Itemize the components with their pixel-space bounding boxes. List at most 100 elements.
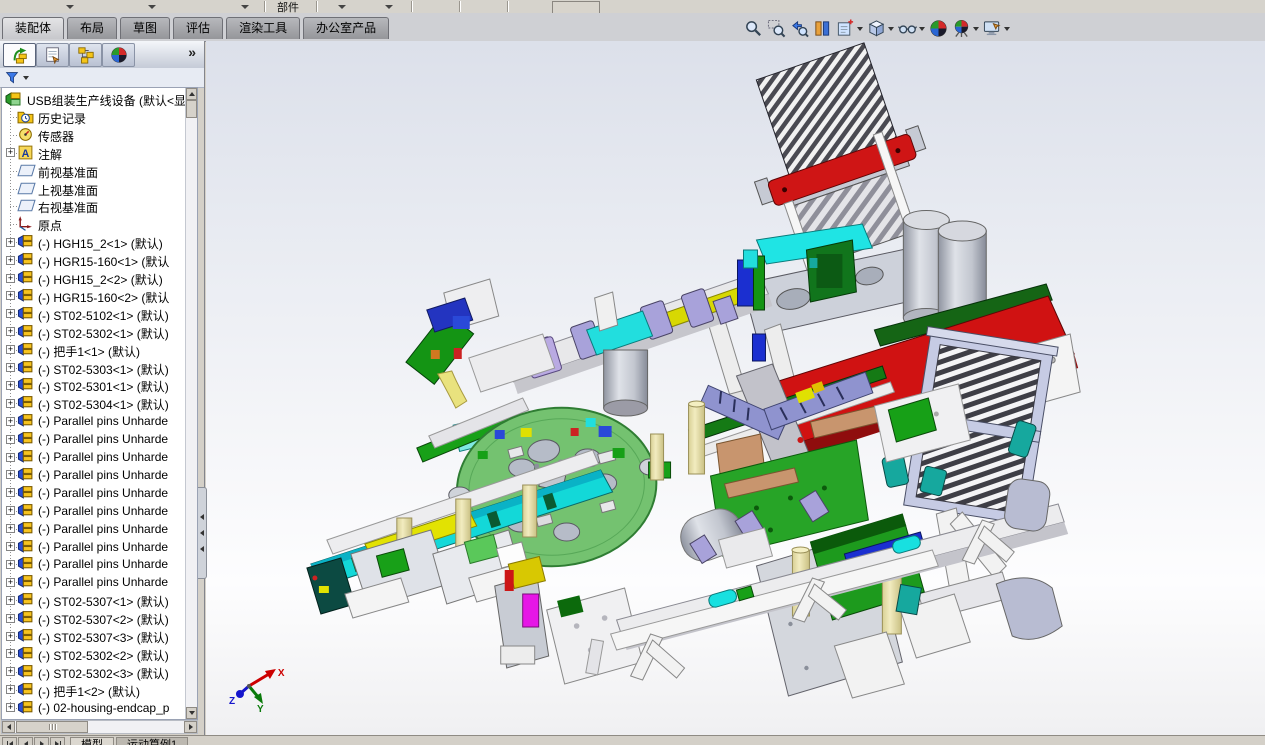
scroll-left-button[interactable] xyxy=(2,721,15,733)
expand-toggle[interactable]: + xyxy=(6,488,15,498)
tree-item[interactable]: + (-) ST02-5307<1> (默认) xyxy=(2,591,184,609)
expand-toggle[interactable]: + xyxy=(6,631,15,641)
toolbar-dropdown-caret[interactable] xyxy=(338,5,346,13)
scrollbar-thumb[interactable] xyxy=(186,100,197,118)
document-tab[interactable]: 模型 xyxy=(70,737,114,745)
assembly-3d-view[interactable]: X Y Z xyxy=(206,41,1265,735)
tree-item[interactable]: + (-) ST02-5302<2> (默认) xyxy=(2,645,184,663)
expand-toggle[interactable]: + xyxy=(6,327,15,337)
expand-toggle[interactable]: + xyxy=(6,506,15,516)
dropdown-caret-icon[interactable] xyxy=(1004,26,1010,34)
tree-item[interactable]: + (-) Parallel pins Unharde xyxy=(2,448,184,466)
tree-item[interactable]: 原点 xyxy=(2,215,184,233)
toolbar-dropdown-caret[interactable] xyxy=(148,5,156,13)
expand-toggle[interactable]: + xyxy=(6,685,15,695)
tree-item[interactable]: + (-) ST02-5302<3> (默认) xyxy=(2,663,184,681)
section-view-button[interactable] xyxy=(813,19,832,38)
expand-toggle[interactable]: + xyxy=(6,416,15,426)
expand-toggle[interactable]: + xyxy=(6,363,15,372)
display-style-button[interactable] xyxy=(867,19,894,38)
expand-toggle[interactable]: + xyxy=(6,470,15,480)
tree-item[interactable]: + (-) ST02-5304<1> (默认) xyxy=(2,394,184,412)
expand-toggle[interactable]: + xyxy=(6,273,15,283)
toolbar-dropdown-caret[interactable] xyxy=(66,5,74,13)
scroll-down-button[interactable] xyxy=(186,707,197,719)
tree-item[interactable]: + (-) ST02-5301<1> (默认) xyxy=(2,376,184,394)
expand-toggle[interactable]: + xyxy=(6,380,15,390)
last-tab-button[interactable] xyxy=(50,737,65,745)
feature-manager-tab[interactable] xyxy=(3,43,36,67)
display-manager-tab[interactable] xyxy=(102,43,135,67)
expand-toggle[interactable]: + xyxy=(6,613,15,623)
configuration-manager-tab[interactable] xyxy=(69,43,102,67)
tree-item[interactable]: + (-) HGH15_2<2> (默认) xyxy=(2,269,184,287)
tree-item[interactable]: + (-) Parallel pins Unharde xyxy=(2,466,184,484)
filter-funnel-icon[interactable] xyxy=(5,71,19,85)
expand-toggle[interactable]: + xyxy=(6,703,15,713)
dropdown-caret-icon[interactable] xyxy=(888,26,894,34)
view-orientation-button[interactable] xyxy=(836,18,863,38)
expand-toggle[interactable]: + xyxy=(6,345,15,355)
expand-toggle[interactable]: + xyxy=(6,452,15,462)
tree-item[interactable]: + (-) 把手1<1> (默认) xyxy=(2,341,184,359)
tree-root-item[interactable]: USB组装生产线设备 (默认<显 xyxy=(2,90,186,108)
expand-toggle[interactable]: + xyxy=(6,524,15,534)
tree-item[interactable]: + (-) 把手1<2> (默认) xyxy=(2,681,184,699)
tree-item[interactable]: + (-) ST02-5102<1> (默认) xyxy=(2,305,184,323)
expand-toggle[interactable]: + xyxy=(6,577,15,587)
zoom-to-area-button[interactable] xyxy=(767,19,786,38)
first-tab-button[interactable] xyxy=(2,737,17,745)
expand-toggle[interactable]: + xyxy=(6,398,15,408)
tree-item[interactable]: + (-) ST02-5307<2> (默认) xyxy=(2,609,184,627)
tree-item[interactable]: 右视基准面 xyxy=(2,197,184,215)
tree-item[interactable]: 传感器 xyxy=(2,126,184,144)
panel-splitter-handle[interactable] xyxy=(198,487,207,579)
tree-item[interactable]: + (-) ST02-5302<1> (默认) xyxy=(2,323,184,341)
hide-show-items-button[interactable] xyxy=(898,19,925,38)
expand-toggle[interactable]: + xyxy=(6,667,15,677)
tree-item[interactable]: 上视基准面 xyxy=(2,180,184,198)
expand-toggle[interactable]: + xyxy=(6,595,15,605)
next-tab-button[interactable] xyxy=(34,737,49,745)
expand-toggle[interactable]: + xyxy=(6,649,15,659)
dropdown-caret-icon[interactable] xyxy=(919,26,925,34)
panel-overflow-button[interactable]: » xyxy=(188,44,196,60)
apply-scene-button[interactable] xyxy=(952,19,979,38)
graphics-area[interactable]: X Y Z xyxy=(206,41,1265,735)
tree-item[interactable]: + (-) Parallel pins Unharde xyxy=(2,573,184,591)
tree-item[interactable]: + (-) Parallel pins Unharde xyxy=(2,502,184,520)
edit-appearance-button[interactable] xyxy=(929,19,948,38)
scrollbar-thumb[interactable] xyxy=(16,721,88,733)
tree-horizontal-scrollbar[interactable] xyxy=(1,720,198,734)
property-manager-tab[interactable] xyxy=(36,43,69,67)
tree-item[interactable]: + (-) 02-housing-endcap_p xyxy=(2,699,184,717)
previous-view-button[interactable] xyxy=(790,19,809,38)
expand-toggle[interactable]: + xyxy=(6,542,15,551)
tree-item[interactable]: + (-) Parallel pins Unharde xyxy=(2,520,184,538)
tree-item[interactable]: 历史记录 xyxy=(2,108,184,126)
tree-item[interactable]: + (-) Parallel pins Unharde xyxy=(2,412,184,430)
tree-item[interactable]: + (-) Parallel pins Unharde xyxy=(2,430,184,448)
tree-item[interactable]: + (-) Parallel pins Unharde xyxy=(2,538,184,556)
zoom-to-fit-button[interactable] xyxy=(744,19,763,38)
tree-item[interactable]: + (-) Parallel pins Unharde xyxy=(2,555,184,573)
view-settings-button[interactable] xyxy=(983,19,1010,38)
expand-toggle[interactable]: + xyxy=(6,291,15,301)
scroll-right-button[interactable] xyxy=(184,721,197,733)
tree-item[interactable]: 前视基准面 xyxy=(2,162,184,180)
document-tab[interactable]: 运动算例1 xyxy=(116,737,189,745)
expand-toggle[interactable]: + xyxy=(6,148,15,158)
expand-toggle[interactable]: + xyxy=(6,255,15,265)
scroll-up-button[interactable] xyxy=(186,88,197,100)
command-tab[interactable]: 评估 xyxy=(173,17,224,39)
tree-vertical-scrollbar[interactable] xyxy=(185,88,197,719)
dropdown-caret-icon[interactable] xyxy=(973,26,979,34)
previous-tab-button[interactable] xyxy=(18,737,33,745)
command-tab[interactable]: 布局 xyxy=(67,17,118,39)
filter-dropdown-caret[interactable] xyxy=(23,76,29,83)
expand-toggle[interactable]: + xyxy=(6,559,15,569)
tree-item[interactable]: + (-) HGH15_2<1> (默认) xyxy=(2,233,184,251)
command-tab[interactable]: 渲染工具 xyxy=(226,17,301,39)
dropdown-caret-icon[interactable] xyxy=(857,26,863,34)
expand-toggle[interactable]: + xyxy=(6,309,15,319)
